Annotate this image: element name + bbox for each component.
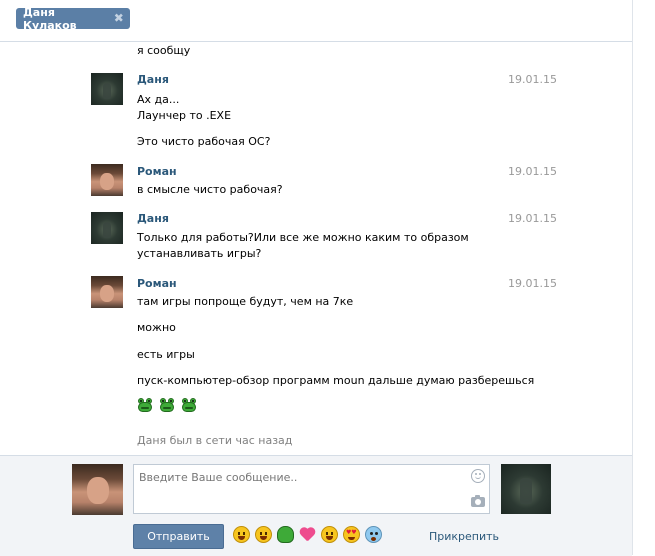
avatar[interactable] — [91, 73, 123, 105]
smile-icon[interactable] — [471, 469, 485, 483]
message-author[interactable]: Роман — [137, 165, 177, 178]
scared-emoji-icon[interactable] — [365, 526, 382, 543]
avatar[interactable] — [91, 212, 123, 244]
tab-bar: Даня Кулаков ✖ — [0, 0, 632, 42]
message-line: есть игры — [137, 348, 195, 361]
tears-of-joy-emoji-icon[interactable] — [255, 526, 272, 543]
close-icon[interactable]: ✖ — [114, 12, 124, 24]
frog-emoji-icon — [159, 398, 175, 412]
send-button[interactable]: Отправить — [133, 524, 224, 549]
avatar[interactable] — [91, 164, 123, 196]
heart-eyes-emoji-icon[interactable] — [343, 526, 360, 543]
message-date[interactable]: 19.01.15 — [508, 277, 557, 290]
tab-title: Даня Кулаков — [23, 5, 77, 32]
frog-emoji-icon — [137, 398, 153, 412]
dialog-window: Даня Кулаков ✖ я сообщу Даня 19.01.15 Ах… — [0, 0, 633, 556]
peer-avatar[interactable] — [501, 464, 551, 514]
grinning-emoji-icon[interactable] — [233, 526, 250, 543]
message-author[interactable]: Роман — [137, 277, 177, 290]
attach-link[interactable]: Прикрепить — [429, 530, 499, 543]
message-line: Лаунчер то .EXE — [137, 109, 232, 122]
camera-icon[interactable] — [471, 495, 485, 507]
message-date[interactable]: 19.01.15 — [508, 165, 557, 178]
message-line: Только для работы?Или все же можно каким… — [137, 231, 469, 244]
tab-dialog[interactable]: Даня Кулаков ✖ — [16, 5, 130, 32]
emoji-row — [137, 398, 197, 412]
message-line: устанавливать игры? — [137, 247, 262, 260]
avatar[interactable] — [91, 276, 123, 308]
my-avatar[interactable] — [72, 464, 123, 515]
message-input-placeholder: Введите Ваше сообщение.. — [139, 471, 298, 484]
frog-emoji-icon — [181, 398, 197, 412]
message-line: там игры попроще будут, чем на 7ке — [137, 295, 354, 308]
heart-emoji-icon[interactable] — [299, 526, 316, 543]
message-composer: Введите Ваше сообщение.. Отправить Прикр… — [0, 455, 632, 556]
frog-emoji-icon[interactable] — [277, 526, 294, 543]
message-line: Ах да... — [137, 93, 180, 106]
message-date[interactable]: 19.01.15 — [508, 212, 557, 225]
message-author[interactable]: Даня — [137, 212, 169, 225]
message-fragment: я сообщу — [137, 44, 191, 57]
message-input[interactable]: Введите Ваше сообщение.. — [133, 464, 490, 514]
message-author[interactable]: Даня — [137, 73, 169, 86]
message-line: пуск-компьютер-обзор программ moun дальш… — [137, 374, 535, 387]
online-status: Даня был в сети час назад — [137, 434, 293, 447]
message-date[interactable]: 19.01.15 — [508, 73, 557, 86]
message-line: в смысле чисто рабочая? — [137, 183, 283, 196]
message-line: можно — [137, 321, 176, 334]
message-line: Это чисто рабочая ОС? — [137, 135, 271, 148]
emoji-bar — [233, 526, 382, 543]
message-history[interactable]: я сообщу Даня 19.01.15 Ах да... Лаунчер … — [0, 42, 632, 455]
smile-emoji-icon[interactable] — [321, 526, 338, 543]
